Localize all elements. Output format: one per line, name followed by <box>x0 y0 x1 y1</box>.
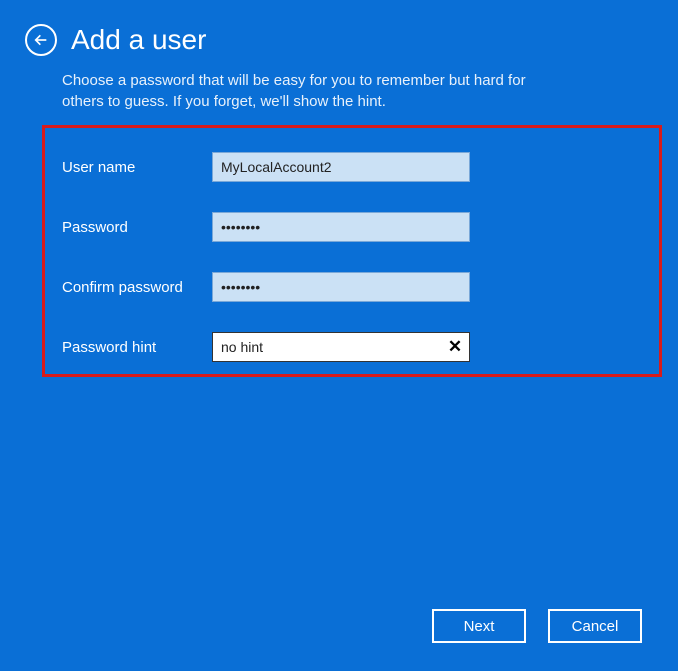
clear-hint-button[interactable]: ✕ <box>440 332 470 362</box>
page-title: Add a user <box>71 24 206 56</box>
username-label: User name <box>62 159 212 176</box>
cancel-button[interactable]: Cancel <box>548 609 642 643</box>
confirm-password-label: Confirm password <box>62 279 212 296</box>
confirm-password-input[interactable] <box>212 272 470 302</box>
password-label: Password <box>62 219 212 236</box>
add-user-form: User name Password Confirm password Pass… <box>0 112 678 362</box>
next-button[interactable]: Next <box>432 609 526 643</box>
password-hint-input[interactable] <box>212 332 470 362</box>
password-input[interactable] <box>212 212 470 242</box>
close-icon: ✕ <box>448 337 462 357</box>
password-hint-label: Password hint <box>62 339 212 356</box>
username-input[interactable] <box>212 152 470 182</box>
back-button[interactable] <box>25 24 57 56</box>
back-arrow-icon <box>33 32 49 48</box>
page-subtitle: Choose a password that will be easy for … <box>0 56 610 112</box>
